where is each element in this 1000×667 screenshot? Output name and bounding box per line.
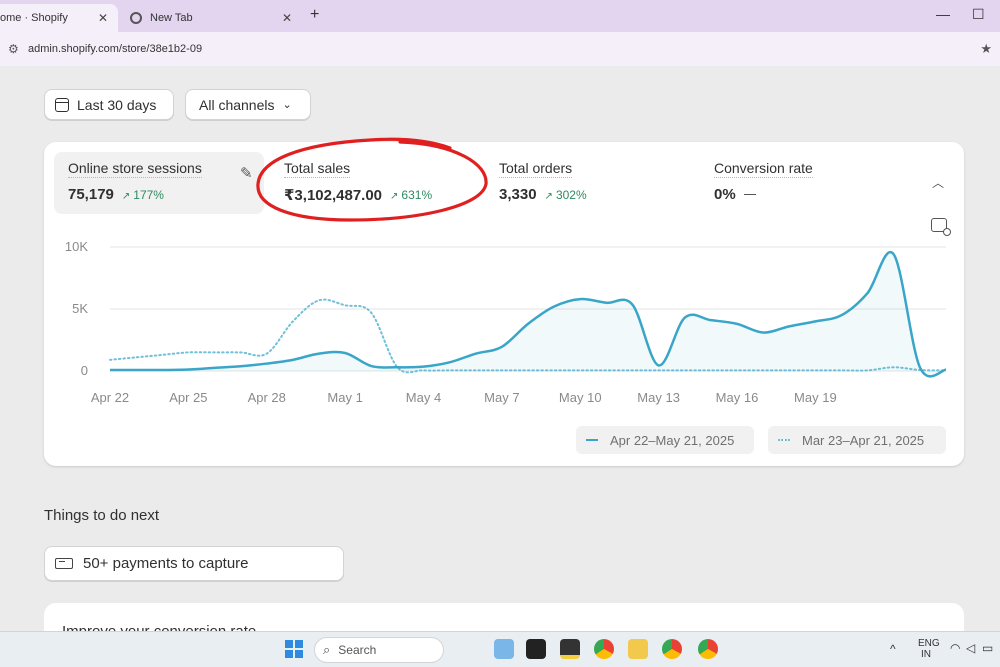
metric-value: 0%	[714, 186, 736, 203]
chrome-profile-icon[interactable]	[698, 639, 718, 659]
metric-conversion-rate[interactable]: Conversion rate 0%	[700, 152, 900, 214]
x-tick-label: May 1	[327, 390, 362, 405]
legend-label: Apr 22–May 21, 2025	[610, 432, 735, 448]
close-icon[interactable]: ✕	[98, 11, 108, 25]
maximize-button[interactable]: ☐	[972, 6, 985, 23]
tray-chevron-icon[interactable]: ^	[890, 642, 896, 656]
task-label: 50+ payments to capture	[83, 555, 249, 572]
no-change-dash	[743, 194, 756, 195]
channels-dropdown[interactable]: All channels ⌄	[185, 89, 311, 120]
x-tick-label: Apr 22	[91, 390, 129, 405]
x-tick-label: May 13	[637, 390, 680, 405]
x-tick-label: May 10	[559, 390, 602, 405]
chrome-profile-icon[interactable]	[662, 639, 682, 659]
legend-current-period[interactable]: Apr 22–May 21, 2025	[576, 426, 754, 454]
metric-value: 75,179	[68, 186, 114, 203]
metric-label: Conversion rate	[714, 160, 813, 178]
address-bar[interactable]: ⚙ admin.shopify.com/store/38e1b2-09 ★	[0, 32, 1000, 66]
minimize-button[interactable]: —	[936, 6, 950, 22]
view-report-icon[interactable]	[931, 218, 951, 236]
series-area-fill	[110, 252, 946, 377]
language-indicator[interactable]: ENG IN	[918, 638, 940, 660]
x-tick-label: May 4	[406, 390, 441, 405]
metric-label: Online store sessions	[68, 160, 202, 178]
chrome-icon[interactable]	[594, 639, 614, 659]
x-tick-label: May 7	[484, 390, 519, 405]
red-annotation-circle	[256, 137, 488, 222]
app-icon[interactable]	[526, 639, 546, 659]
date-range-label: Last 30 days	[77, 96, 157, 113]
search-placeholder: Search	[338, 643, 377, 657]
metric-online-store-sessions[interactable]: Online store sessions 75,179 ↗ 177%	[54, 152, 264, 214]
url-text[interactable]: admin.shopify.com/store/38e1b2-09	[28, 43, 202, 55]
sessions-chart: 10K 5K 0Apr 22 Apr 25 Apr 28 May 1 May 4 May 7 M…	[65, 239, 947, 405]
legend-dotted-swatch	[778, 439, 790, 441]
legend-solid-swatch	[586, 439, 598, 441]
taskbar-search[interactable]: ⌕ Search	[314, 637, 444, 663]
metric-change: ↗ 302%	[544, 187, 587, 202]
sticky-notes-icon[interactable]	[560, 639, 580, 659]
x-tick-label: Apr 25	[169, 390, 207, 405]
wifi-icon[interactable]: ◠	[950, 641, 960, 655]
tab-new-tab[interactable]: New Tab ✕	[122, 4, 302, 32]
y-tick-label: 5K	[72, 301, 88, 316]
battery-icon[interactable]: ▭	[982, 641, 993, 655]
calendar-icon	[55, 97, 69, 112]
x-tick-label: Apr 28	[248, 390, 286, 405]
channels-label: All channels	[199, 96, 275, 113]
metric-change: ↗ 177%	[121, 187, 164, 202]
metric-label: Total orders	[499, 160, 573, 178]
site-info-icon[interactable]: ⚙	[8, 42, 24, 56]
chevron-up-icon[interactable]: ︿	[932, 174, 944, 191]
tab-title: ome · Shopify	[0, 12, 68, 24]
search-icon: ⌕	[323, 642, 331, 657]
analytics-card: Online store sessions 75,179 ↗ 177% ✎ Tot…	[44, 142, 964, 466]
cash-icon	[55, 558, 73, 569]
volume-icon[interactable]: ◁	[966, 641, 975, 655]
chrome-icon	[130, 12, 142, 24]
metric-total-orders[interactable]: Total orders 3,330 ↗ 302%	[485, 152, 695, 214]
new-tab-button[interactable]: +	[310, 6, 319, 24]
legend-previous-period[interactable]: Mar 23–Apr 21, 2025	[768, 426, 946, 454]
y-tick-label: 0	[81, 363, 88, 378]
bookmark-star-icon[interactable]: ★	[980, 41, 992, 57]
tab-title: New Tab	[150, 12, 193, 24]
arrow-up-icon: ↗	[121, 190, 131, 202]
x-tick-label: May 19	[794, 390, 837, 405]
legend-label: Mar 23–Apr 21, 2025	[802, 432, 925, 448]
browser-tab-bar: ome · Shopify ✕ New Tab ✕ + — ☐	[0, 0, 1000, 32]
copilot-icon[interactable]	[494, 639, 514, 659]
things-to-do-heading: Things to do next	[44, 507, 160, 524]
y-tick-label: 10K	[65, 239, 88, 254]
payments-to-capture-button[interactable]: 50+ payments to capture	[44, 546, 344, 581]
windows-taskbar: ⌕ Search ^ ENG IN ◠ ◁ ▭	[0, 631, 1000, 667]
arrow-up-icon: ↗	[544, 190, 553, 202]
date-range-button[interactable]: Last 30 days	[44, 89, 174, 120]
chevron-down-icon: ⌄	[282, 99, 292, 111]
metric-value: 3,330	[499, 186, 537, 203]
windows-start-icon[interactable]	[285, 640, 303, 658]
file-explorer-icon[interactable]	[628, 639, 648, 659]
close-icon[interactable]: ✕	[282, 11, 292, 25]
tab-shopify[interactable]: ome · Shopify ✕	[0, 4, 118, 32]
x-tick-label: May 16	[716, 390, 759, 405]
